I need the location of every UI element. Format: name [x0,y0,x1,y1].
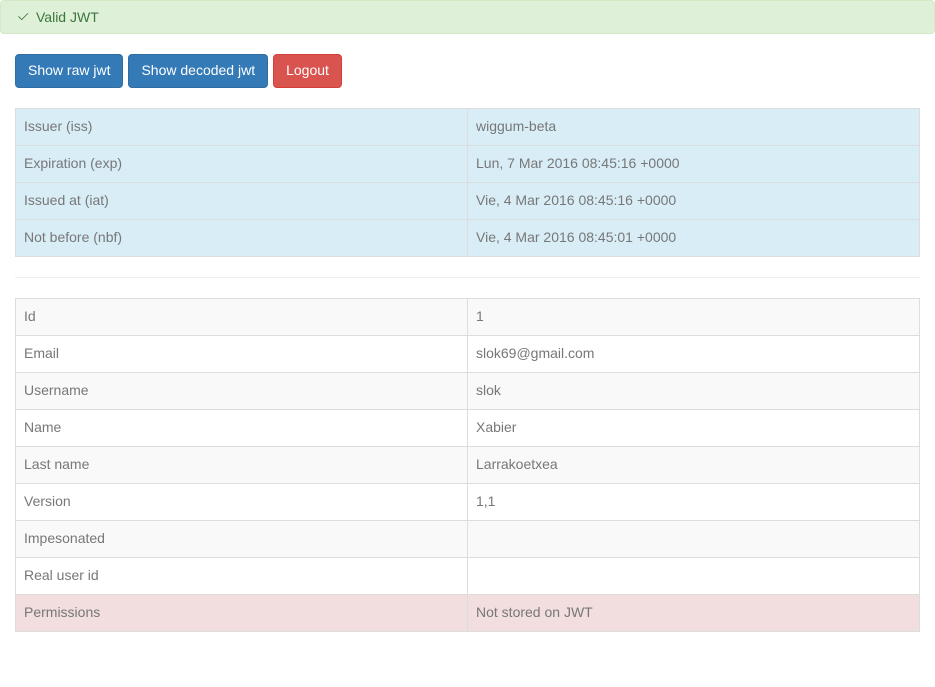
alert-message: Valid JWT [36,9,99,25]
user-info-table: Id1Emailslok69@gmail.comUsernameslokName… [15,298,920,632]
claim-value: Vie, 4 Mar 2016 08:45:16 +0000 [468,182,920,219]
user-field-value: Not stored on JWT [468,594,920,631]
claim-label: Issued at (iat) [16,182,468,219]
user-field-label: Version [16,483,468,520]
table-row: Emailslok69@gmail.com [16,335,920,372]
user-field-value: Xabier [468,409,920,446]
show-raw-jwt-button[interactable]: Show raw jwt [15,54,123,88]
button-row: Show raw jwt Show decoded jwt Logout [15,54,920,88]
table-row: Version1,1 [16,483,920,520]
user-field-value [468,520,920,557]
user-field-value: 1 [468,298,920,335]
table-row: Not before (nbf)Vie, 4 Mar 2016 08:45:01… [16,219,920,256]
user-field-value: 1,1 [468,483,920,520]
claim-label: Expiration (exp) [16,145,468,182]
jwt-claims-table: Issuer (iss)wiggum-betaExpiration (exp)L… [15,108,920,257]
logout-button[interactable]: Logout [273,54,342,88]
user-field-label: Permissions [16,594,468,631]
show-decoded-jwt-button[interactable]: Show decoded jwt [128,54,268,88]
user-field-value: slok69@gmail.com [468,335,920,372]
claim-value: Lun, 7 Mar 2016 08:45:16 +0000 [468,145,920,182]
user-field-label: Username [16,372,468,409]
user-field-value [468,557,920,594]
check-icon [16,10,30,24]
table-row: Expiration (exp)Lun, 7 Mar 2016 08:45:16… [16,145,920,182]
table-row: Usernameslok [16,372,920,409]
table-row: Issued at (iat)Vie, 4 Mar 2016 08:45:16 … [16,182,920,219]
claim-value: Vie, 4 Mar 2016 08:45:01 +0000 [468,219,920,256]
alert-valid-jwt: Valid JWT [0,0,935,34]
table-row: Last nameLarrakoetxea [16,446,920,483]
user-field-label: Name [16,409,468,446]
claim-label: Not before (nbf) [16,219,468,256]
table-row: PermissionsNot stored on JWT [16,594,920,631]
user-field-value: slok [468,372,920,409]
user-field-label: Last name [16,446,468,483]
divider [15,277,920,278]
user-field-label: Impesonated [16,520,468,557]
table-row: Id1 [16,298,920,335]
table-row: Issuer (iss)wiggum-beta [16,108,920,145]
table-row: Impesonated [16,520,920,557]
table-row: NameXabier [16,409,920,446]
claim-label: Issuer (iss) [16,108,468,145]
table-row: Real user id [16,557,920,594]
user-field-label: Email [16,335,468,372]
claim-value: wiggum-beta [468,108,920,145]
user-field-label: Real user id [16,557,468,594]
user-field-value: Larrakoetxea [468,446,920,483]
user-field-label: Id [16,298,468,335]
